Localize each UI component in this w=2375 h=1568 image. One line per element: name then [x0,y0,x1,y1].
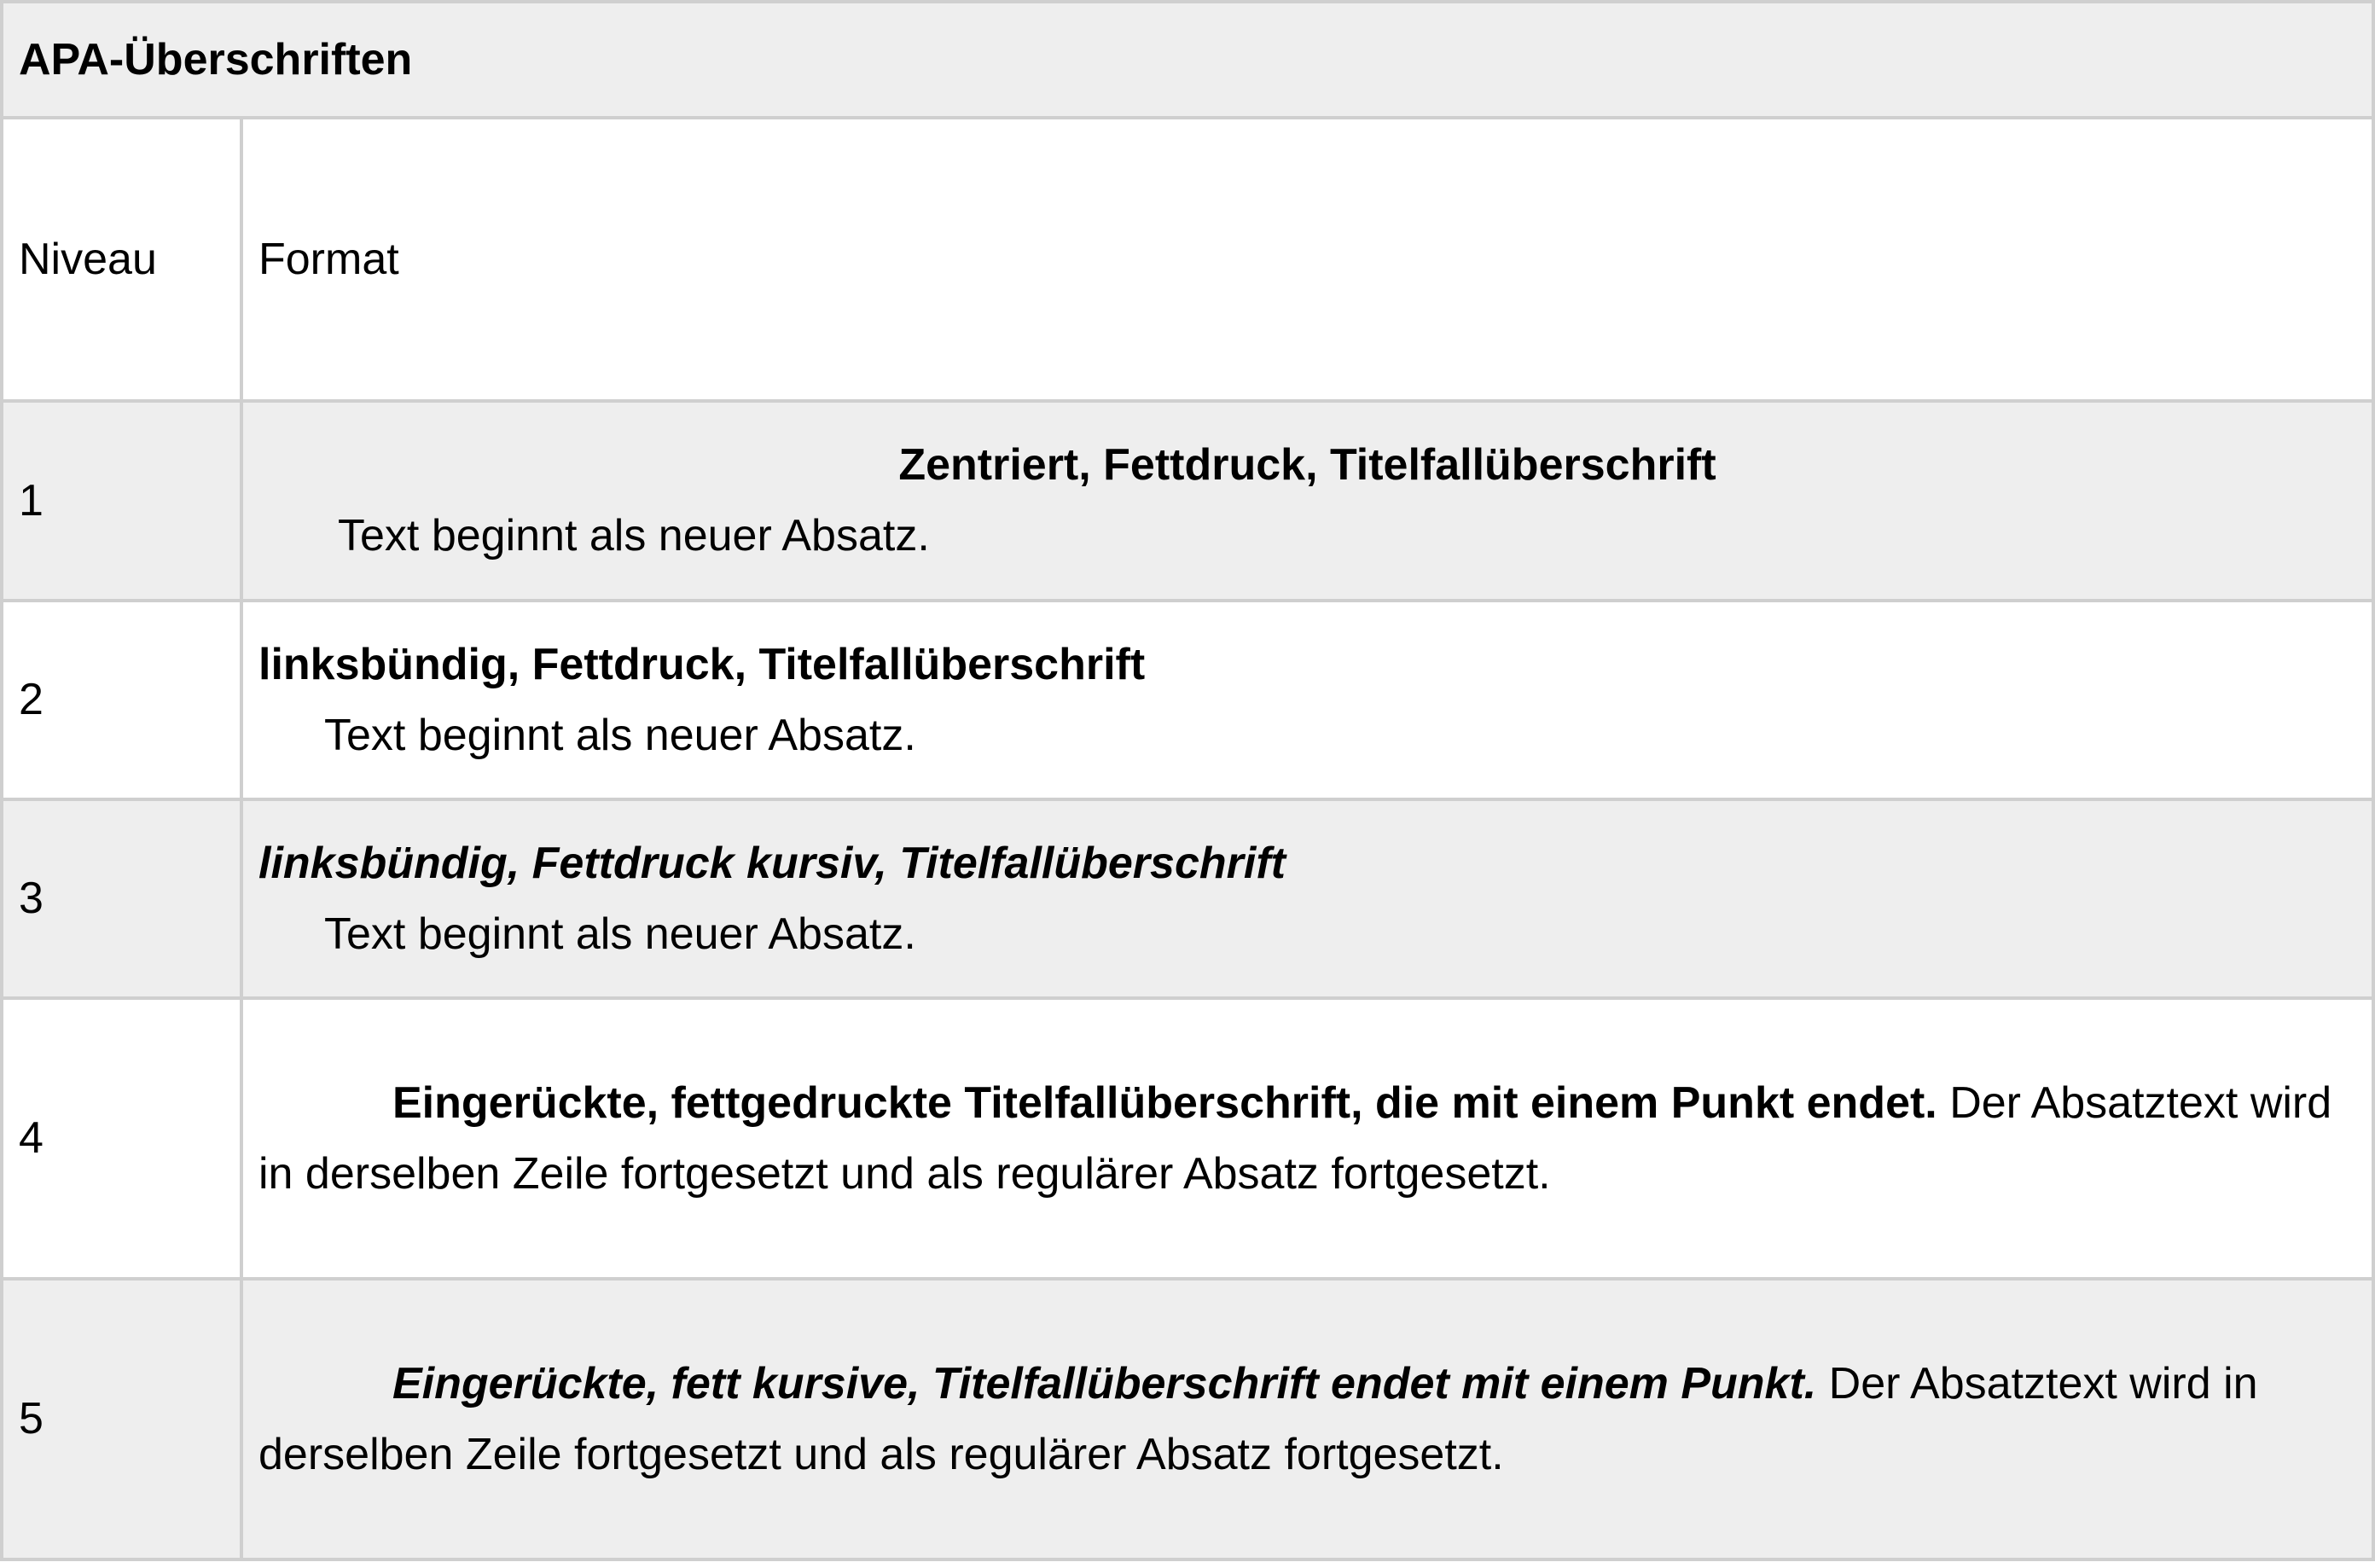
level-cell: 2 [0,599,243,801]
table-title-row: APA-Überschriften [0,0,2375,119]
body-text: Text beginnt als neuer Absatz. [324,710,916,760]
table-row: 2 linksbündig, Fettdruck, Titelfallübers… [0,599,2375,801]
heading-example: linksbündig, Fettdruck kursiv, Titelfall… [258,838,1286,888]
body-text: Text beginnt als neuer Absatz. [338,511,930,560]
level-cell: 5 [0,1277,243,1561]
level-cell: 4 [0,996,243,1281]
table-row: 1 Zentriert, Fettdruck, Titelfallübersch… [0,399,2375,602]
format-cell: Zentriert, Fettdruck, Titelfallüberschri… [240,399,2375,602]
format-cell: linksbündig, Fettdruck kursiv, Titelfall… [240,798,2375,1000]
table-header-row: Niveau Format [0,116,2375,403]
table-row: 5 Eingerückte, fett kursive, Titelfallüb… [0,1277,2375,1561]
body-text: Text beginnt als neuer Absatz. [324,909,916,959]
level-cell: 3 [0,798,243,1000]
heading-example: Eingerückte, fettgedruckte Titelfallüber… [392,1077,1937,1128]
apa-headings-table: APA-Überschriften Niveau Format 1 Zentri… [0,0,2375,1561]
table-title: APA-Überschriften [0,0,2375,119]
heading-example: Zentriert, Fettdruck, Titelfallüberschri… [898,440,1716,490]
format-cell: Eingerückte, fettgedruckte Titelfallüber… [240,996,2375,1281]
heading-example: Eingerückte, fett kursive, Titelfallüber… [392,1358,1817,1408]
header-format: Format [240,116,2375,403]
table-row: 4 Eingerückte, fettgedruckte Titelfallüb… [0,996,2375,1281]
header-level: Niveau [0,116,243,403]
format-cell: linksbündig, Fettdruck, Titelfallübersch… [240,599,2375,801]
level-cell: 1 [0,399,243,602]
table-row: 3 linksbündig, Fettdruck kursiv, Titelfa… [0,798,2375,1000]
format-cell: Eingerückte, fett kursive, Titelfallüber… [240,1277,2375,1561]
heading-example: linksbündig, Fettdruck, Titelfallübersch… [258,639,1146,689]
